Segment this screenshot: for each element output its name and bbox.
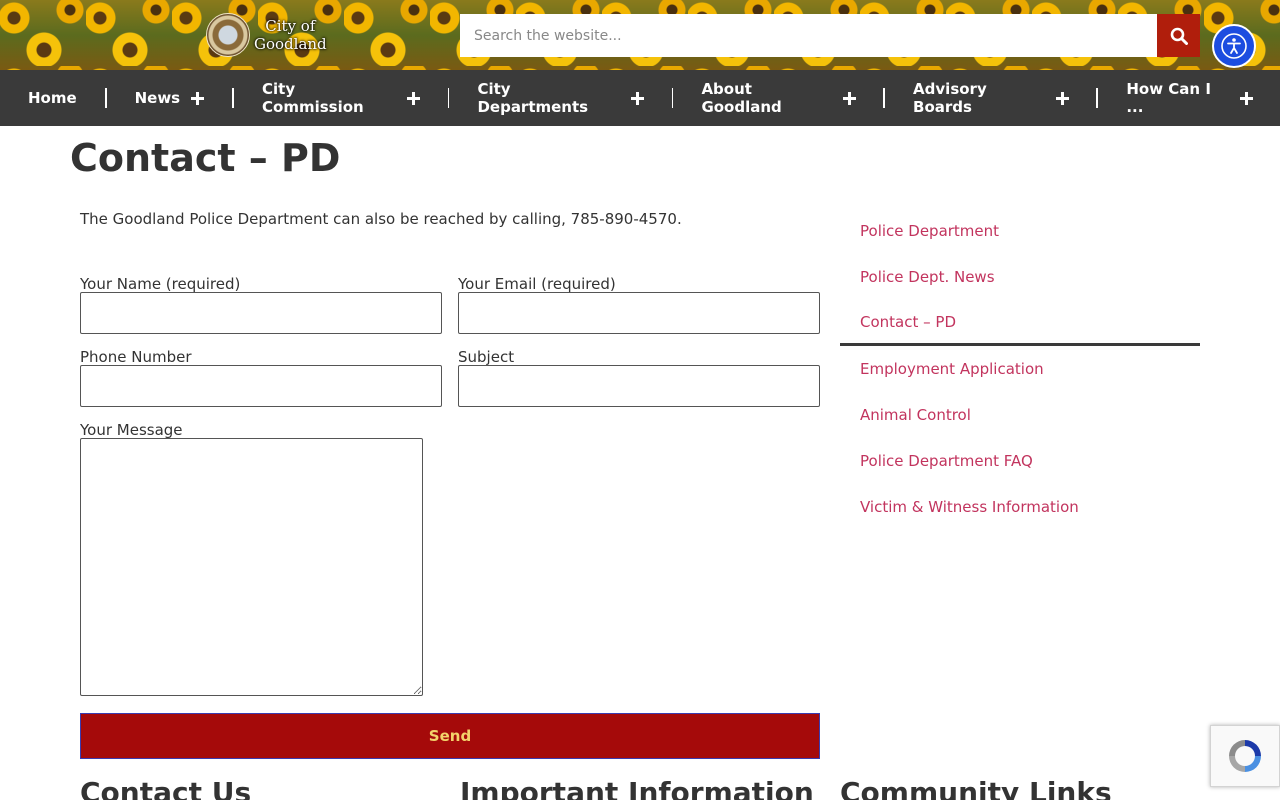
sidebar-item-police-dept-news[interactable]: Police Dept. News xyxy=(840,254,1200,300)
logo-line-2: Goodland xyxy=(254,35,327,53)
main-nav: Home News City Commission City Departmen… xyxy=(0,70,1280,126)
name-label: Your Name (required) xyxy=(80,275,241,293)
nav-label: Advisory Boards xyxy=(913,80,987,116)
send-button[interactable]: Send xyxy=(80,713,820,759)
site-logo[interactable]: City of Goodland xyxy=(206,13,327,57)
nav-item-city-commission[interactable]: City Commission xyxy=(234,70,448,126)
nav-item-news[interactable]: News xyxy=(107,70,233,126)
nav-label: News xyxy=(134,89,181,107)
nav-label: City Commission xyxy=(262,80,364,116)
sidebar-item-employment-application[interactable]: Employment Application xyxy=(840,346,1200,392)
nav-item-home[interactable]: Home xyxy=(0,70,105,126)
nav-label: About Goodland xyxy=(701,80,782,116)
subject-label: Subject xyxy=(458,348,515,366)
accessibility-icon xyxy=(1221,33,1247,59)
footer-heading-community-links: Community Links xyxy=(840,776,1112,800)
footer-heading-contact-us: Contact Us xyxy=(80,776,252,800)
nav-item-advisory-boards[interactable]: Advisory Boards xyxy=(885,70,1096,126)
plus-icon[interactable] xyxy=(407,91,421,105)
sidebar-item-police-department-faq[interactable]: Police Department FAQ xyxy=(840,438,1200,484)
nav-label: Home xyxy=(28,89,77,107)
nav-label: How Can I ... xyxy=(1126,80,1211,116)
page-title: Contact – PD xyxy=(70,136,341,180)
sidebar-item-animal-control[interactable]: Animal Control xyxy=(840,392,1200,438)
recaptcha-badge[interactable] xyxy=(1210,725,1280,787)
search-bar xyxy=(460,14,1200,57)
email-label: Your Email (required) xyxy=(458,275,616,293)
nav-label: City Departments xyxy=(477,80,589,116)
plus-icon[interactable] xyxy=(631,91,645,105)
plus-icon[interactable] xyxy=(191,91,205,105)
accessibility-button[interactable] xyxy=(1212,24,1256,68)
message-label: Your Message xyxy=(80,421,183,439)
sidebar-menu: Police Department Police Dept. News Cont… xyxy=(840,208,1200,530)
nav-item-about-goodland[interactable]: About Goodland xyxy=(673,70,883,126)
search-input[interactable] xyxy=(460,14,1157,57)
plus-icon[interactable] xyxy=(1055,91,1070,105)
subject-field[interactable] xyxy=(458,365,820,407)
footer-heading-important-information: Important Information xyxy=(460,776,814,800)
search-icon xyxy=(1170,27,1188,45)
phone-field[interactable] xyxy=(80,365,442,407)
plus-icon[interactable] xyxy=(842,91,857,105)
recaptcha-icon xyxy=(1229,740,1261,772)
logo-line-1: City of xyxy=(265,17,316,35)
intro-text: The Goodland Police Department can also … xyxy=(80,210,682,228)
logo-text: City of Goodland xyxy=(254,17,327,53)
nav-item-how-can-i[interactable]: How Can I ... xyxy=(1098,70,1280,126)
nav-item-city-departments[interactable]: City Departments xyxy=(449,70,671,126)
city-seal-icon xyxy=(206,13,250,57)
plus-icon[interactable] xyxy=(1239,91,1254,105)
site-header: City of Goodland xyxy=(0,0,1280,70)
name-field[interactable] xyxy=(80,292,442,334)
sidebar-item-police-department[interactable]: Police Department xyxy=(840,208,1200,254)
sidebar-item-victim-witness-information[interactable]: Victim & Witness Information xyxy=(840,484,1200,530)
email-field[interactable] xyxy=(458,292,820,334)
search-button[interactable] xyxy=(1157,14,1200,57)
message-field[interactable] xyxy=(80,438,423,696)
sidebar-item-contact-pd[interactable]: Contact – PD xyxy=(840,300,1200,346)
phone-label: Phone Number xyxy=(80,348,192,366)
